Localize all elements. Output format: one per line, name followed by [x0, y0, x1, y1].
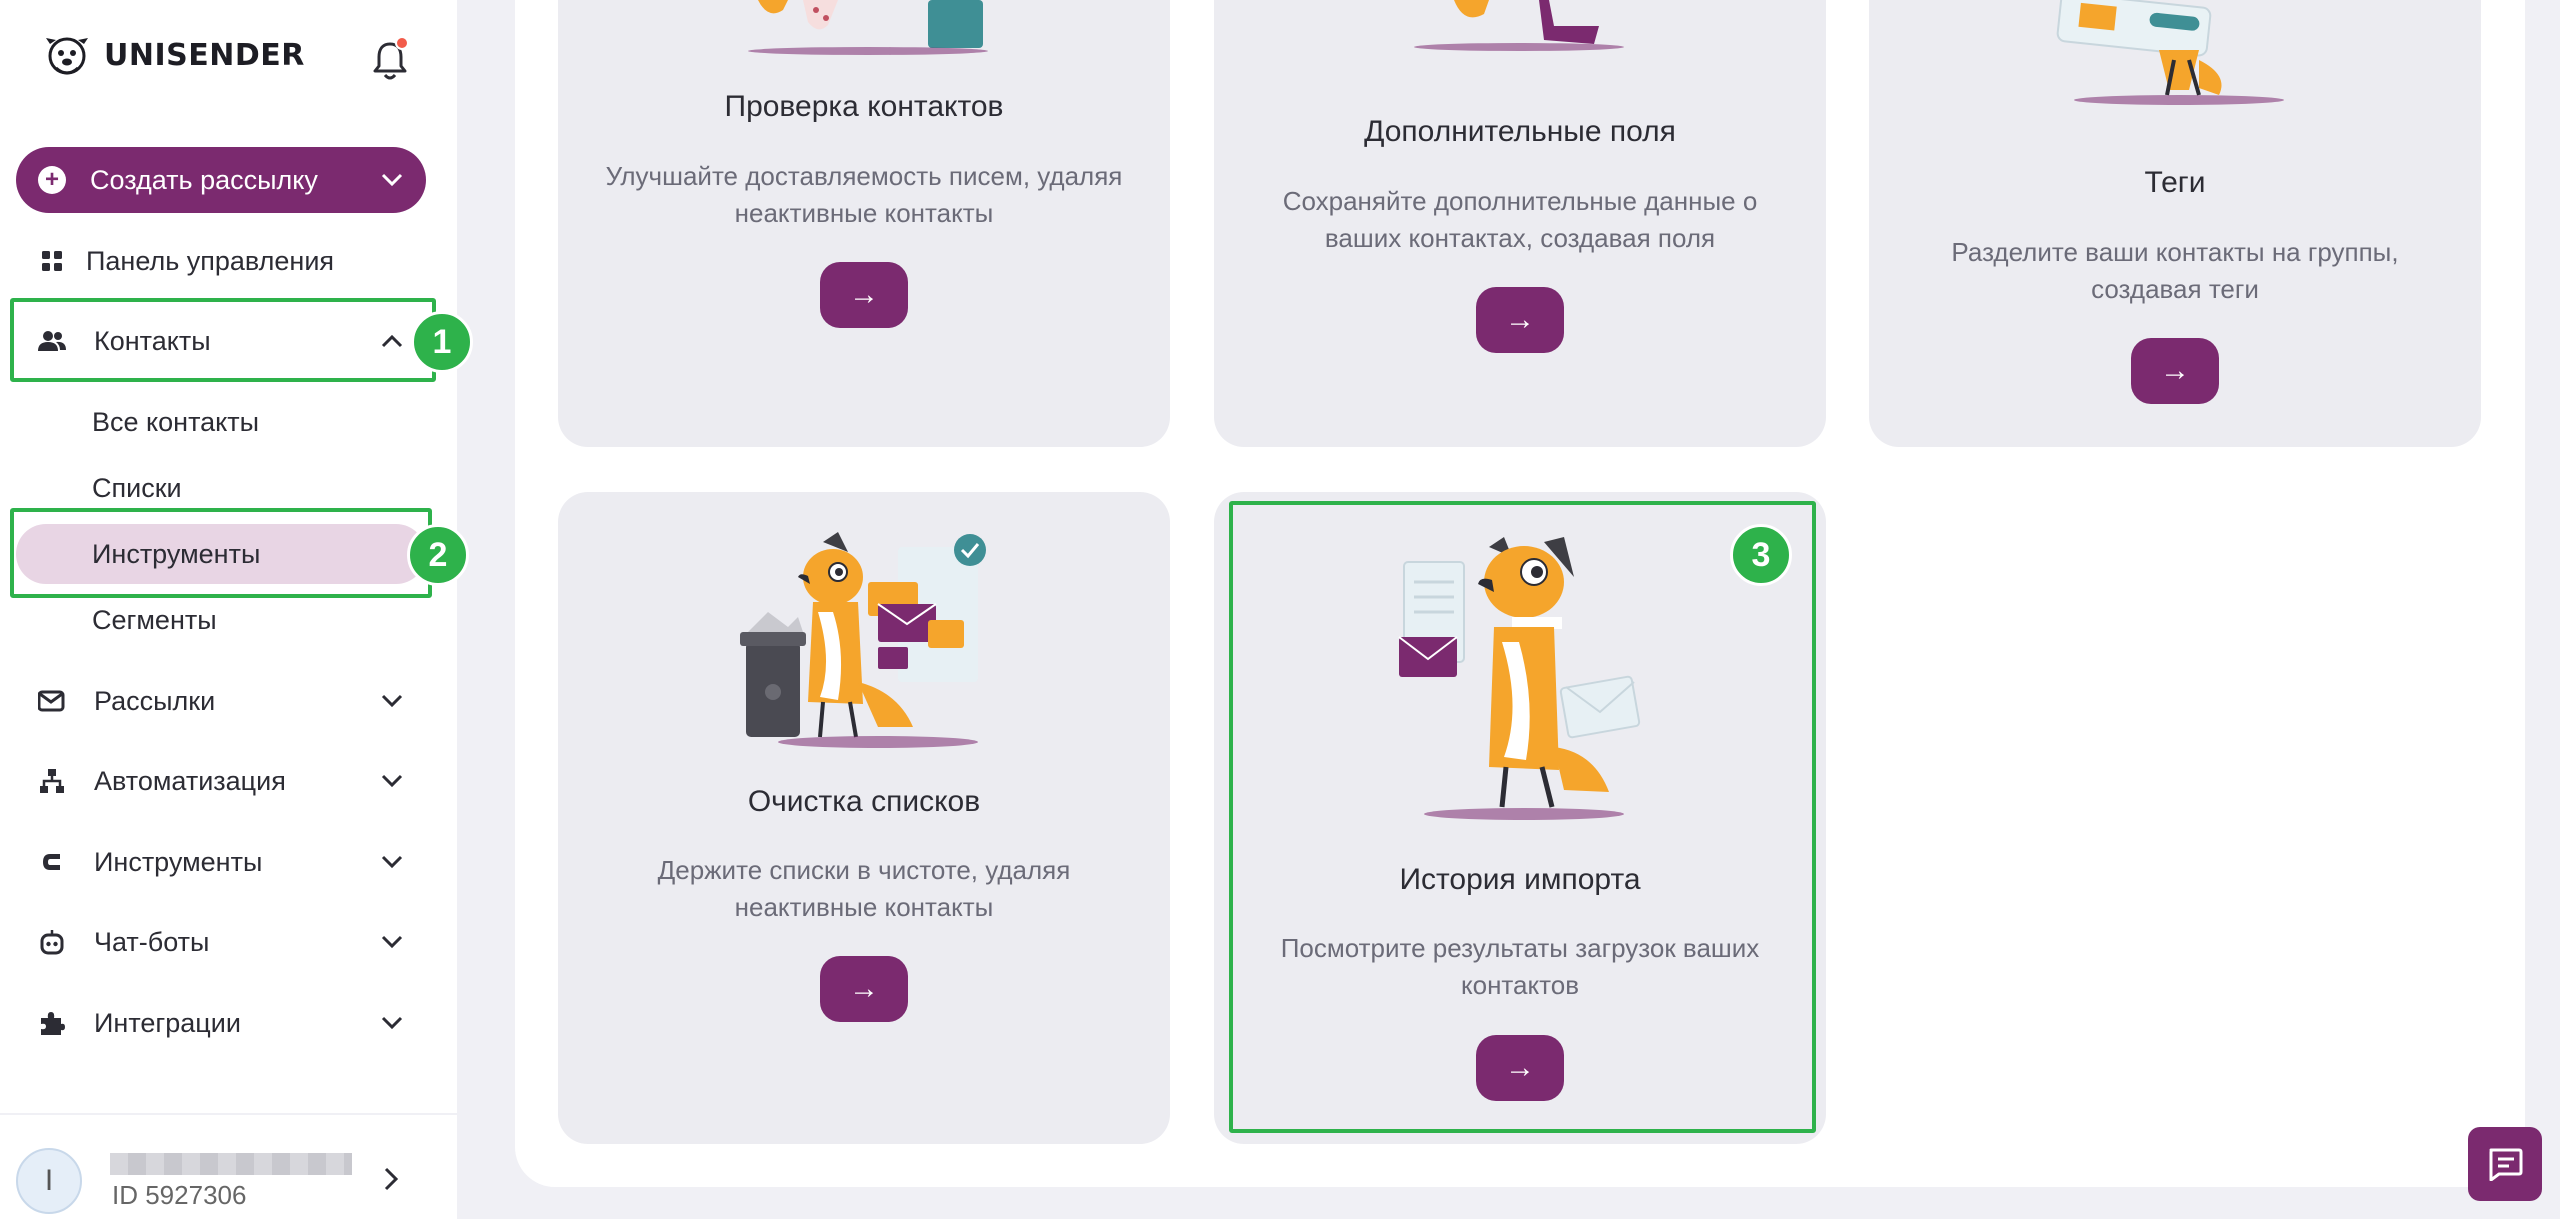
card-contact-verification: Проверка контактов Улучшайте доставляемо…	[558, 0, 1170, 447]
sidebar-item-label: Автоматизация	[94, 765, 286, 796]
create-campaign-label: Создать рассылку	[90, 164, 318, 195]
fox-illustration	[2056, 0, 2284, 105]
card-title: Очистка списков	[747, 785, 981, 818]
card-description: Улучшайте доставляемость писем, удаляя н…	[605, 161, 1123, 228]
card-description: Сохраняйте дополнительные данные о ваших…	[1282, 186, 1758, 253]
sidebar-item-chatbots[interactable]: Чат-боты	[16, 914, 426, 970]
annotation-box-2	[10, 508, 432, 598]
annotation-badge-3: 3	[1730, 524, 1792, 586]
fox-cleaning-illustration	[740, 532, 986, 748]
sidebar: UNISENDER + Создать рассылку Панель упра…	[0, 0, 457, 1219]
open-additional-fields-button[interactable]: →	[1476, 287, 1564, 353]
sidebar-item-label: Панель управления	[86, 245, 335, 276]
create-campaign-button[interactable]: + Создать рассылку	[16, 147, 426, 213]
user-name-redacted	[110, 1153, 352, 1175]
logo[interactable]: UNISENDER	[42, 30, 305, 80]
annotation-badge-1: 1	[411, 311, 473, 373]
chevron-right-icon[interactable]	[382, 1166, 400, 1192]
sidebar-item-dashboard[interactable]: Панель управления	[16, 233, 426, 289]
dog-logo-icon	[46, 37, 88, 75]
sidebar-subitem-all-contacts[interactable]: Все контакты	[92, 402, 259, 442]
hierarchy-icon	[38, 767, 66, 795]
chevron-down-icon	[381, 1016, 403, 1030]
card-title: Проверка контактов	[724, 90, 1004, 123]
sidebar-item-label: Инструменты	[94, 846, 263, 877]
mail-icon	[38, 687, 66, 715]
annotation-badge-2: 2	[407, 524, 469, 586]
card-additional-fields: Дополнительные поля Сохраняйте дополните…	[1214, 0, 1826, 447]
annotation-box-1	[10, 298, 436, 382]
sidebar-item-label: Рассылки	[94, 685, 216, 716]
user-id: ID 5927306	[112, 1180, 247, 1210]
fox-illustration	[1414, 0, 1624, 51]
sidebar-subitem-segments[interactable]: Сегменты	[92, 600, 217, 640]
chevron-down-icon	[381, 935, 403, 949]
chevron-down-icon	[381, 694, 403, 708]
open-list-cleaning-button[interactable]: →	[820, 956, 908, 1022]
annotation-box-3	[1229, 501, 1816, 1133]
chat-icon	[2489, 1148, 2523, 1181]
card-tags: Теги Разделите ваши контакты на группы, …	[1869, 0, 2481, 447]
card-list-cleaning: Очистка списков Держите списки в чистоте…	[558, 492, 1170, 1144]
card-title: Теги	[2144, 166, 2206, 199]
sidebar-subitem-lists[interactable]: Списки	[92, 468, 182, 508]
card-description: Разделите ваши контакты на группы, созда…	[1951, 237, 2399, 304]
puzzle-icon	[38, 1009, 66, 1037]
chevron-down-icon	[381, 855, 403, 869]
chevron-down-icon	[381, 173, 403, 187]
sidebar-item-automation[interactable]: Автоматизация	[16, 753, 426, 809]
sidebar-item-campaigns[interactable]: Рассылки	[16, 673, 426, 729]
fox-illustration	[748, 0, 988, 55]
magnet-icon	[38, 848, 66, 876]
card-title: Дополнительные поля	[1364, 115, 1676, 148]
sidebar-item-integrations[interactable]: Интеграции	[16, 995, 426, 1051]
sidebar-item-tools[interactable]: Инструменты	[16, 834, 426, 890]
plus-icon: +	[38, 166, 66, 194]
grid-icon	[38, 247, 66, 275]
open-contact-verification-button[interactable]: →	[820, 262, 908, 328]
chevron-down-icon	[381, 774, 403, 788]
divider	[0, 1113, 457, 1115]
sidebar-item-label: Чат-боты	[94, 926, 210, 957]
avatar[interactable]: I	[16, 1148, 82, 1214]
card-description: Держите списки в чистоте, удаляя неактив…	[657, 855, 1071, 922]
sidebar-item-label: Интеграции	[94, 1007, 241, 1038]
brand-name: UNISENDER	[104, 37, 305, 73]
chat-widget-button[interactable]	[2468, 1127, 2542, 1201]
notification-dot	[395, 36, 409, 50]
open-tags-button[interactable]: →	[2131, 338, 2219, 404]
robot-icon	[38, 928, 66, 956]
